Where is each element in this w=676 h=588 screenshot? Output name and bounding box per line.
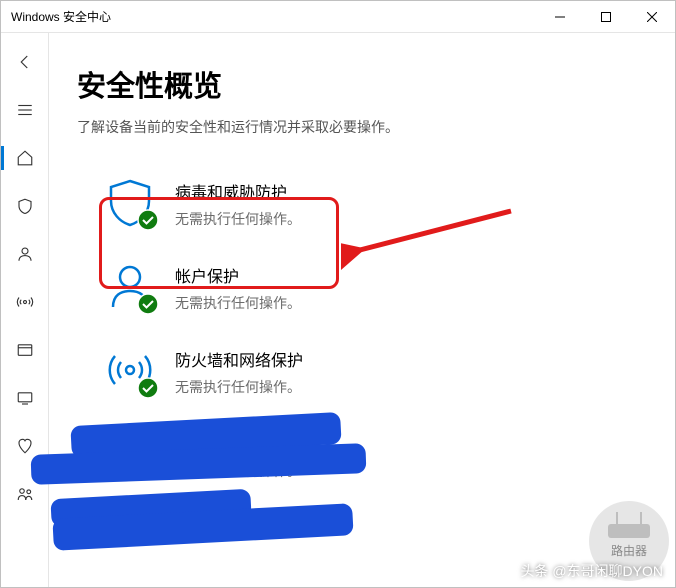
close-button[interactable] bbox=[629, 1, 675, 33]
minimize-button[interactable] bbox=[537, 1, 583, 33]
check-icon bbox=[137, 209, 159, 231]
titlebar: Windows 安全中心 bbox=[1, 1, 675, 33]
account-icon bbox=[105, 261, 155, 311]
sidebar-item-app-browser[interactable] bbox=[1, 329, 49, 371]
sidebar-item-virus[interactable] bbox=[1, 185, 49, 227]
card-text: 防火墙和网络保护 无需执行任何操作。 bbox=[175, 345, 303, 397]
card-desc: 无需执行任何操作。 bbox=[175, 377, 303, 397]
back-button[interactable] bbox=[1, 41, 49, 83]
network-icon bbox=[105, 345, 155, 395]
sidebar bbox=[1, 33, 49, 587]
card-title: 防火墙和网络保护 bbox=[175, 347, 303, 371]
page-subtitle: 了解设备当前的安全性和运行情况并采取必要操作。 bbox=[77, 117, 647, 137]
card-text: 病毒和威胁防护 无需执行任何操作。 bbox=[175, 177, 301, 229]
sidebar-item-firewall[interactable] bbox=[1, 281, 49, 323]
card-account-protection[interactable]: 帐户保护 无需执行任何操作。 bbox=[105, 261, 647, 313]
menu-button[interactable] bbox=[1, 89, 49, 131]
sidebar-item-account[interactable] bbox=[1, 233, 49, 275]
card-firewall-network[interactable]: 防火墙和网络保护 无需执行任何操作。 bbox=[105, 345, 647, 397]
sidebar-item-home[interactable] bbox=[1, 137, 49, 179]
card-desc: 无需执行任何操作。 bbox=[175, 293, 301, 313]
card-desc: 无需执行任何操作。 bbox=[175, 209, 301, 229]
card-text: 帐户保护 无需执行任何操作。 bbox=[175, 261, 301, 313]
sidebar-item-device-security[interactable] bbox=[1, 377, 49, 419]
check-icon bbox=[137, 293, 159, 315]
window-title: Windows 安全中心 bbox=[1, 8, 111, 25]
attribution-text: 头条 @东哥闲聊DYON bbox=[520, 561, 663, 581]
window-controls bbox=[537, 1, 675, 33]
shield-icon bbox=[105, 177, 155, 227]
card-virus-threat[interactable]: 病毒和威胁防护 无需执行任何操作。 bbox=[105, 177, 647, 229]
card-title: 病毒和威胁防护 bbox=[175, 179, 301, 203]
page-title: 安全性概览 bbox=[77, 63, 647, 105]
app-window: Windows 安全中心 bbox=[0, 0, 676, 588]
check-icon bbox=[137, 377, 159, 399]
card-title: 帐户保护 bbox=[175, 263, 301, 287]
maximize-button[interactable] bbox=[583, 1, 629, 33]
